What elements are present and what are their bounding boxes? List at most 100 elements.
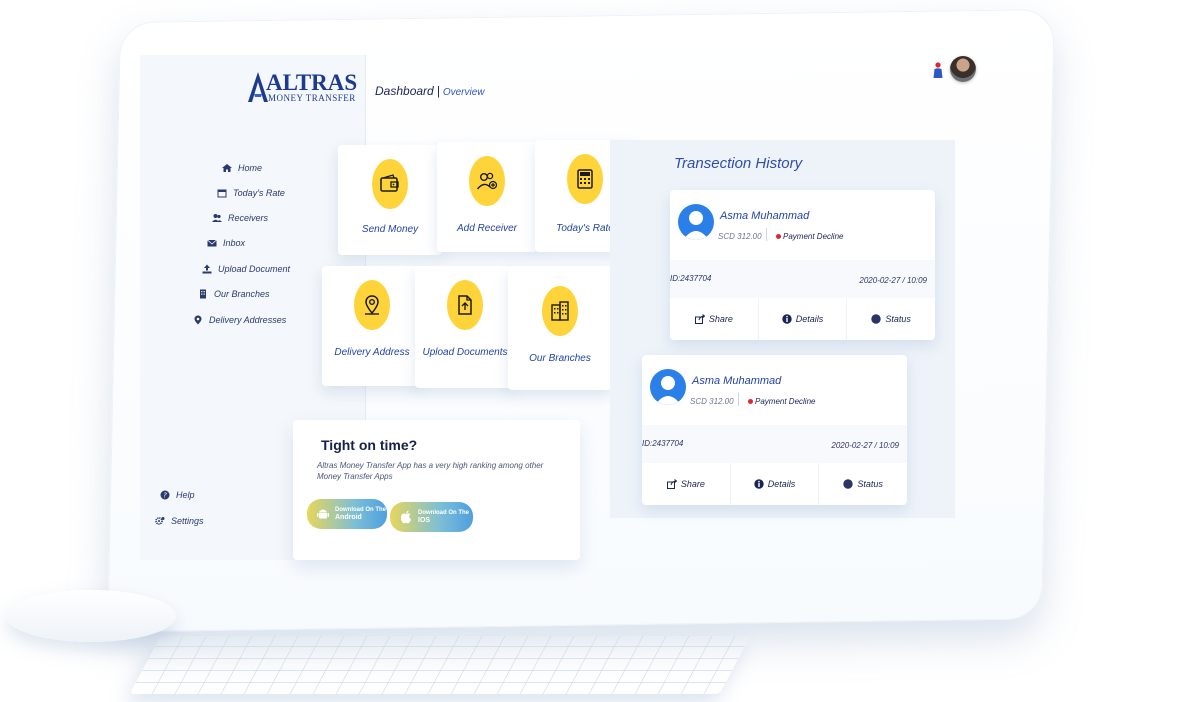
- status-text: Payment Decline: [783, 232, 844, 241]
- sidebar-item-label: Delivery Addresses: [209, 315, 287, 325]
- sidebar-item-upload-document[interactable]: Upload Document: [202, 264, 290, 274]
- svg-text:?: ?: [163, 492, 167, 500]
- download-ios-button[interactable]: Download On The IOS: [390, 502, 473, 532]
- ios-line1: Download On The: [418, 510, 469, 516]
- tile-label: Upload Documents: [422, 347, 508, 358]
- tile-send-money[interactable]: Send Money: [338, 145, 442, 255]
- location-pin-icon: [193, 315, 203, 325]
- details-label: Details: [767, 479, 796, 489]
- breadcrumb: Dashboard | Overview: [375, 84, 485, 98]
- location-pin-icon: [365, 295, 379, 315]
- android-button-text: Download On The Android: [335, 506, 386, 522]
- status-button[interactable]: Status: [819, 463, 907, 505]
- transaction-amount: SCD 312.00: [718, 232, 762, 241]
- tile-delivery-address[interactable]: Delivery Address: [322, 266, 422, 386]
- sidebar-item-label: Today's Rate: [233, 188, 285, 198]
- sidebar-item-label: Home: [238, 163, 263, 173]
- promo-text: Altras Money Transfer App has a very hig…: [317, 461, 544, 481]
- wallet-icon: [380, 174, 399, 192]
- details-button[interactable]: Details: [731, 463, 820, 505]
- avatar: [678, 204, 714, 240]
- sidebar-item-help[interactable]: ? Help: [160, 490, 195, 500]
- share-icon: [666, 479, 677, 489]
- tile-add-receiver[interactable]: Add Receiver: [437, 142, 537, 252]
- status-label: Status: [885, 314, 911, 324]
- upload-icon: [202, 264, 212, 274]
- status-dot-icon: [843, 479, 854, 489]
- breadcrumb-overview-link[interactable]: Overview: [443, 87, 485, 98]
- sidebar-item-label: Help: [176, 490, 195, 500]
- settings-icon: [155, 516, 165, 526]
- buildings-icon: [551, 301, 569, 321]
- share-button[interactable]: Share: [670, 298, 759, 340]
- tile-upload-documents[interactable]: Upload Documents: [415, 266, 515, 388]
- transaction-date: 2020-02-27 / 10:09: [831, 441, 899, 450]
- person-icon: [655, 376, 681, 405]
- brand-logo[interactable]: ALTRAS MONEY TRANSFER: [248, 70, 368, 106]
- status-dot-icon: [871, 314, 882, 324]
- share-label: Share: [708, 314, 733, 324]
- status-label: Status: [857, 479, 883, 489]
- logo-mark-icon: [248, 72, 268, 102]
- sidebar-item-our-branches[interactable]: Our Branches: [198, 289, 270, 299]
- share-label: Share: [680, 479, 705, 489]
- sidebar-item-label: Receivers: [228, 213, 269, 223]
- tile-icon-circle: [447, 280, 483, 330]
- status-button[interactable]: Status: [847, 298, 935, 340]
- promo-title: Tight on time?: [321, 437, 418, 453]
- apple-icon: [400, 510, 411, 524]
- breadcrumb-separator: |: [436, 84, 440, 98]
- status-badge: Payment Decline: [776, 232, 843, 241]
- calendar-icon: [217, 188, 227, 198]
- sidebar-item-label: Settings: [171, 516, 204, 526]
- transaction-id: ID:2437704: [670, 274, 712, 283]
- sidebar-item-receivers[interactable]: Receivers: [212, 213, 268, 223]
- user-icon[interactable]: [932, 62, 944, 78]
- envelope-icon: [207, 238, 217, 248]
- upload-file-icon: [458, 295, 472, 315]
- tile-icon-circle: [372, 159, 408, 209]
- mouse-device: [6, 590, 176, 642]
- android-line1: Download On The: [335, 507, 386, 513]
- tile-our-branches[interactable]: Our Branches: [508, 266, 612, 390]
- sidebar-item-settings[interactable]: Settings: [155, 516, 204, 526]
- person-icon: [683, 211, 709, 240]
- share-button[interactable]: Share: [642, 463, 731, 505]
- sidebar-item-label: Inbox: [223, 238, 246, 248]
- details-button[interactable]: Details: [759, 298, 848, 340]
- transaction-date: 2020-02-27 / 10:09: [859, 276, 927, 285]
- download-android-button[interactable]: Download On The Android: [307, 499, 387, 529]
- promo-card: Tight on time? Altras Money Transfer App…: [293, 420, 580, 560]
- help-icon: ?: [160, 490, 170, 500]
- building-icon: [198, 289, 208, 299]
- tile-icon-circle: [469, 156, 505, 206]
- avatar[interactable]: [950, 56, 976, 82]
- tile-label: Our Branches: [529, 353, 591, 364]
- android-line2: Android: [335, 514, 362, 521]
- ios-button-text: Download On The IOS: [418, 509, 469, 525]
- calculator-icon: [577, 169, 593, 189]
- transaction-amount: SCD 312.00: [690, 397, 734, 406]
- info-icon: [754, 479, 764, 489]
- sidebar-item-home[interactable]: Home: [222, 163, 262, 173]
- page-title: Dashboard: [375, 84, 434, 98]
- tile-icon-circle: [567, 154, 603, 204]
- users-icon: [212, 213, 222, 223]
- transaction-id: ID:2437704: [642, 439, 684, 448]
- sidebar-item-todays-rate[interactable]: Today's Rate: [217, 188, 285, 198]
- transaction-history-title: Transection History: [674, 155, 803, 172]
- sidebar-item-inbox[interactable]: Inbox: [207, 238, 245, 248]
- transaction-card[interactable]: Asma Muhammad SCD 312.00 Payment Decline…: [670, 190, 935, 340]
- info-icon: [782, 314, 792, 324]
- sidebar-item-delivery-addresses[interactable]: Delivery Addresses: [193, 315, 286, 325]
- tile-label: Add Receiver: [456, 223, 518, 234]
- transaction-card[interactable]: Asma Muhammad SCD 312.00 Payment Decline…: [642, 355, 907, 505]
- status-dot-icon: [748, 399, 753, 405]
- transaction-actions: Share Details Status: [642, 463, 907, 505]
- home-icon: [222, 163, 232, 173]
- tile-icon-circle: [542, 286, 578, 336]
- add-user-icon: [476, 172, 498, 190]
- status-badge: Payment Decline: [748, 397, 815, 406]
- share-icon: [694, 314, 705, 324]
- brand-tagline: MONEY TRANSFER: [268, 93, 356, 103]
